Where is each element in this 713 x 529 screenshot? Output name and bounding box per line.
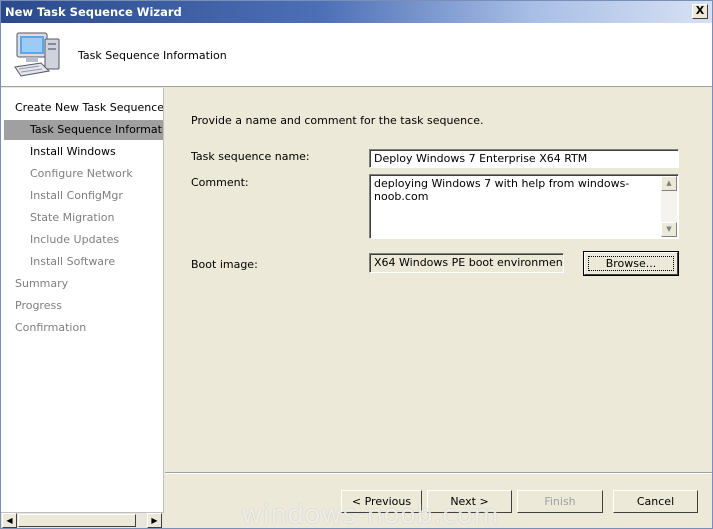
task-sequence-name-input[interactable]: Deploy Windows 7 Enterprise X64 RTM [369, 149, 679, 168]
wizard-content: Provide a name and comment for the task … [165, 88, 712, 472]
nav-item-configure-network[interactable]: Configure Network [1, 164, 163, 184]
task-sequence-name-label: Task sequence name: [191, 150, 310, 163]
wizard-header: Task Sequence Information [1, 23, 712, 87]
header-title: Task Sequence Information [78, 49, 227, 62]
boot-image-label: Boot image: [191, 258, 258, 271]
focus-rectangle [588, 256, 674, 271]
wizard-window: New Task Sequence Wizard X Task Sequence… [0, 0, 713, 529]
comment-label: Comment: [191, 176, 249, 189]
watermark: windows-noob.com [241, 500, 500, 529]
nav-item-create-new-task-sequence[interactable]: Create New Task Sequence [1, 98, 163, 118]
instructions-text: Provide a name and comment for the task … [191, 114, 484, 127]
window-title: New Task Sequence Wizard [5, 5, 182, 19]
comment-text: deploying Windows 7 with help from windo… [374, 177, 630, 203]
scroll-down-arrow-icon[interactable]: ▼ [661, 222, 677, 237]
wizard-nav: Create New Task Sequence Task Sequence I… [1, 88, 164, 512]
finish-button[interactable]: Finish [517, 490, 603, 513]
scroll-right-arrow-icon[interactable]: ▶ [147, 513, 162, 528]
nav-item-install-configmgr[interactable]: Install ConfigMgr [1, 186, 163, 206]
nav-item-install-windows[interactable]: Install Windows [1, 142, 163, 162]
nav-item-summary[interactable]: Summary [1, 274, 163, 294]
nav-item-task-sequence-information[interactable]: Task Sequence Information [4, 120, 163, 140]
nav-horizontal-scrollbar[interactable]: ◀ ▶ [1, 512, 164, 528]
scroll-left-arrow-icon[interactable]: ◀ [2, 513, 17, 528]
nav-item-confirmation[interactable]: Confirmation [1, 318, 163, 338]
boot-image-field[interactable]: X64 Windows PE boot environment for S [369, 253, 564, 273]
scroll-up-arrow-icon[interactable]: ▲ [661, 176, 677, 191]
cancel-button[interactable]: Cancel [613, 490, 698, 513]
title-bar[interactable]: New Task Sequence Wizard X [1, 1, 712, 23]
close-button[interactable]: X [692, 4, 708, 19]
nav-item-include-updates[interactable]: Include Updates [1, 230, 163, 250]
comment-textarea[interactable]: deploying Windows 7 with help from windo… [369, 174, 679, 239]
nav-item-progress[interactable]: Progress [1, 296, 163, 316]
scrollbar-thumb[interactable] [18, 514, 136, 527]
comment-scrollbar[interactable]: ▲ ▼ [661, 176, 677, 237]
computer-icon [14, 32, 60, 77]
nav-item-state-migration[interactable]: State Migration [1, 208, 163, 228]
nav-item-install-software[interactable]: Install Software [1, 252, 163, 272]
browse-button[interactable]: Browse... [583, 251, 679, 276]
